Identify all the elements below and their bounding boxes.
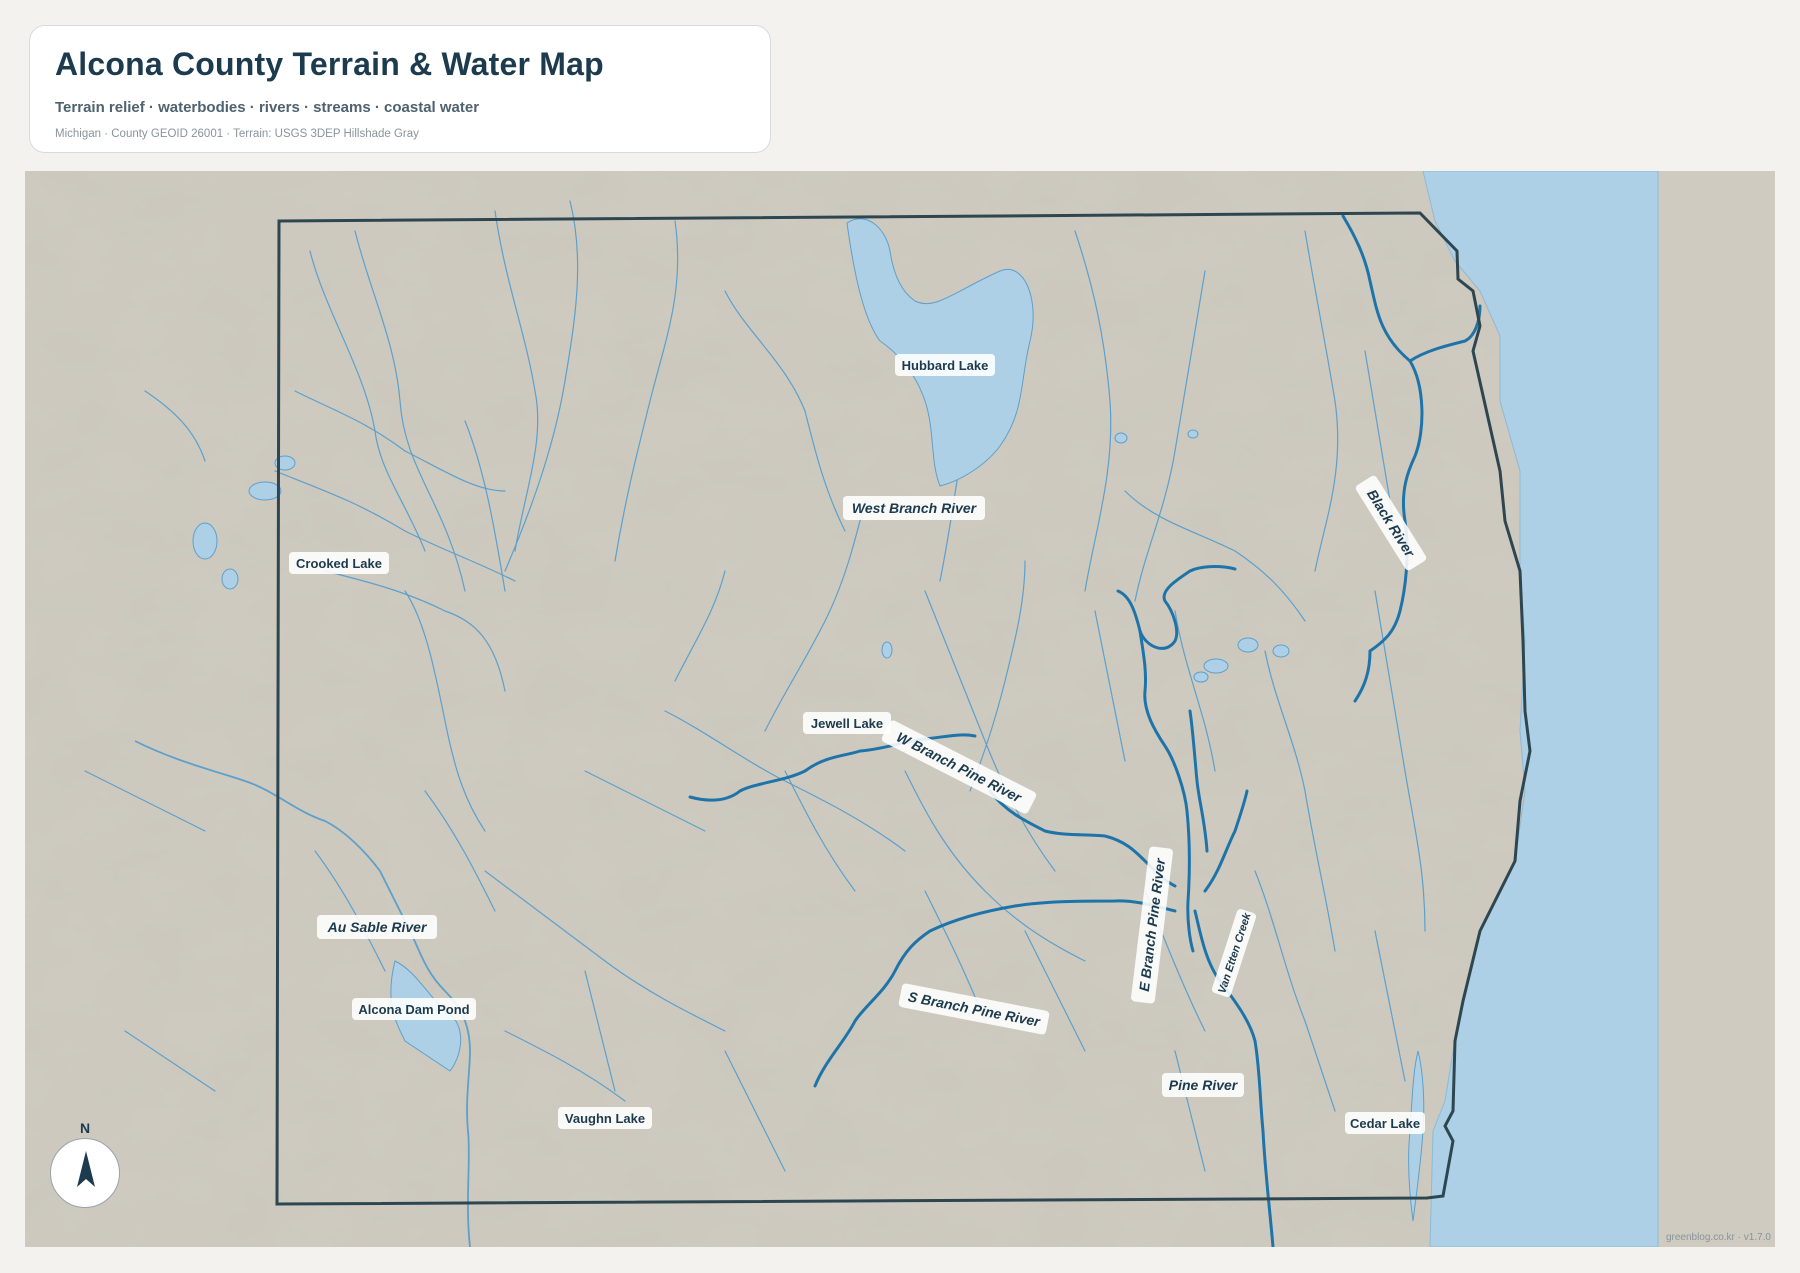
svg-text:Cedar Lake: Cedar Lake [1350,1116,1420,1131]
label-alcona-dam-pond: Alcona Dam Pond [352,998,476,1020]
north-arrow-icon [77,1151,95,1187]
svg-text:Jewell Lake: Jewell Lake [811,716,883,731]
north-label: N [79,1120,91,1136]
crooked-lake-shape [248,481,282,501]
label-west-branch-river: West Branch River [843,496,985,520]
offshore-land [1658,171,1775,1247]
title-card: Alcona County Terrain & Water Map Terrai… [29,25,771,153]
map-credit: greenblog.co.kr · v1.7.0 [1665,1232,1771,1243]
svg-text:Au Sable River: Au Sable River [327,919,428,935]
map-svg[interactable]: Hubbard Lake West Branch River Black Riv… [25,171,1775,1247]
svg-text:West Branch River: West Branch River [852,500,978,516]
map-metadata: Michigan · County GEOID 26001 · Terrain:… [55,128,419,140]
label-crooked-lake: Crooked Lake [289,552,389,574]
svg-text:Pine River: Pine River [1169,1077,1239,1093]
svg-text:Hubbard Lake: Hubbard Lake [902,358,989,373]
label-jewell-lake: Jewell Lake [803,712,891,734]
svg-text:Alcona Dam Pond: Alcona Dam Pond [358,1002,469,1017]
map-title: Alcona County Terrain & Water Map [55,46,604,82]
north-arrow [50,1138,120,1208]
svg-text:Vaughn Lake: Vaughn Lake [565,1111,645,1126]
label-cedar-lake: Cedar Lake [1345,1112,1425,1134]
label-pine-river: Pine River [1162,1073,1244,1097]
label-au-sable-river: Au Sable River [317,915,437,939]
label-hubbard-lake: Hubbard Lake [895,354,995,376]
map-canvas[interactable]: Hubbard Lake West Branch River Black Riv… [25,171,1775,1247]
svg-text:Crooked Lake: Crooked Lake [296,556,382,571]
map-subtitle: Terrain relief · waterbodies · rivers · … [55,99,480,116]
label-vaughn-lake: Vaughn Lake [558,1107,652,1129]
